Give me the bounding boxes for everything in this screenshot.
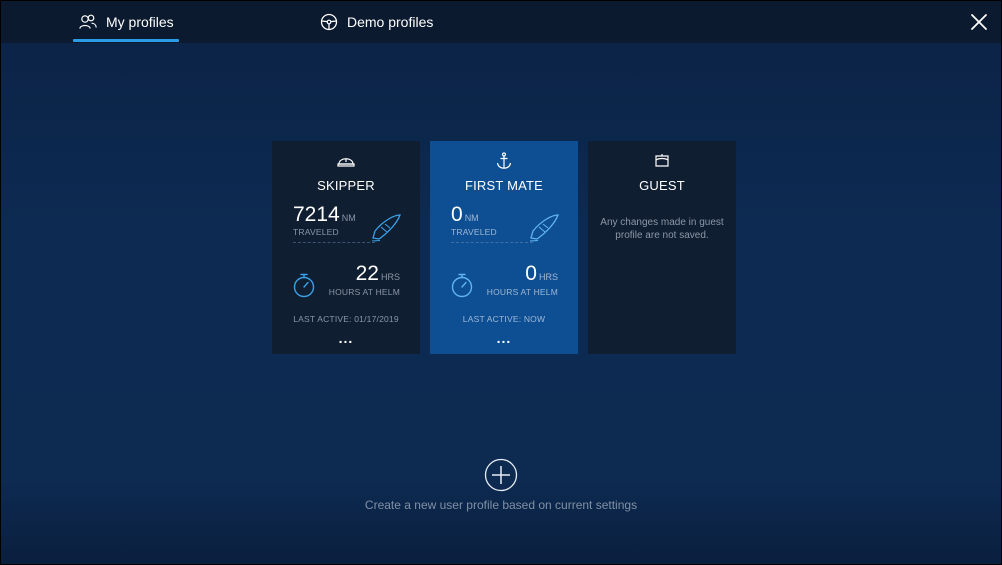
anchor-icon — [496, 152, 512, 169]
stopwatch-icon — [451, 273, 473, 298]
distance-value: 0 NM — [451, 203, 479, 226]
hours-label: HOURS AT HELM — [328, 287, 400, 297]
profile-card-skipper[interactable]: SKIPPER 7214 NM TRAVELED 22 HRS HOURS AT H… — [272, 141, 420, 354]
hours-label: HOURS AT HELM — [486, 287, 558, 297]
distance-label: TRAVELED — [293, 227, 339, 237]
more-options-button[interactable]: ... — [272, 330, 420, 346]
profiles-screen: My profiles Demo profiles SKIPPER 7214 NM… — [1, 1, 1001, 564]
divider — [451, 242, 533, 243]
more-options-button[interactable]: ... — [430, 330, 578, 346]
tab-my-profiles-label: My profiles — [106, 14, 174, 30]
tab-demo-profiles-label: Demo profiles — [347, 14, 434, 30]
profile-card-guest[interactable]: GUEST Any changes made in guest profile … — [588, 141, 736, 354]
divider — [293, 242, 375, 243]
add-profile-caption: Create a new user profile based on curre… — [364, 498, 638, 512]
hours-block: 22 HRS HOURS AT HELM — [329, 262, 400, 297]
distance-unit: NM — [341, 213, 356, 223]
boat-icon — [371, 214, 401, 242]
close-icon[interactable] — [968, 11, 990, 33]
active-tab-indicator — [73, 39, 179, 42]
hours-block: 0 HRS HOURS AT HELM — [487, 262, 558, 297]
distance-unit: NM — [464, 213, 479, 223]
plus-circle-icon[interactable] — [484, 458, 518, 492]
hours-value: 22 — [355, 262, 379, 285]
guest-cap-icon — [655, 154, 669, 167]
tab-demo-profiles[interactable]: Demo profiles — [320, 1, 433, 43]
top-bar: My profiles Demo profiles — [1, 1, 1001, 43]
tab-my-profiles[interactable]: My profiles — [79, 1, 174, 43]
profile-title: GUEST — [639, 178, 685, 193]
hours-unit: HRS — [380, 272, 400, 282]
profile-title: SKIPPER — [317, 178, 375, 193]
distance-label: TRAVELED — [451, 227, 497, 237]
users-icon — [79, 14, 97, 29]
last-active: LAST ACTIVE: NOW — [462, 314, 546, 324]
last-active: LAST ACTIVE: 01/17/2019 — [293, 314, 399, 324]
steering-wheel-icon — [320, 13, 338, 31]
captain-hat-icon — [337, 158, 355, 167]
hours-unit: HRS — [538, 272, 558, 282]
guest-note: Any changes made in guest profile are no… — [600, 217, 724, 241]
hours-value: 0 — [525, 262, 537, 285]
boat-icon — [529, 214, 559, 242]
profile-title: FIRST MATE — [464, 178, 544, 193]
profile-card-first-mate[interactable]: FIRST MATE 0 NM TRAVELED 0 HRS HOURS AT HE… — [430, 141, 578, 354]
stopwatch-icon — [293, 273, 315, 298]
distance-value: 7214 NM — [293, 203, 356, 226]
